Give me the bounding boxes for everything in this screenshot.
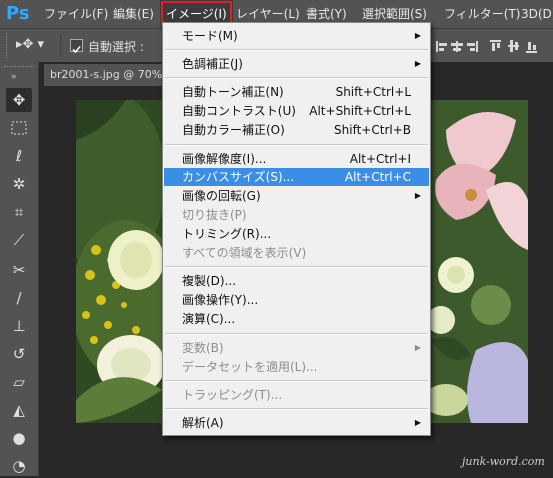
menu-item-label: 画像操作(Y)... (182, 293, 259, 307)
photoshop-logo: Ps (6, 3, 30, 24)
menu-item-reveal-all: すべての領域を表示(V) (164, 244, 429, 262)
menu-item-label: 自動コントラスト(U) (182, 104, 296, 118)
options-grip (6, 33, 10, 58)
menu-item-crop: 切り抜き(P) (164, 206, 429, 224)
submenu-arrow-icon: ▶ (414, 31, 421, 40)
dodge-tool-icon[interactable]: ◔ (6, 454, 32, 478)
eyedropper-tool-icon[interactable]: ⟋ (6, 228, 32, 252)
auto-select-label: 自動選択 : (88, 40, 144, 54)
menu-item-mode[interactable]: モード(M) ▶ (164, 27, 429, 45)
menu-item-analysis[interactable]: 解析(A) ▶ (164, 414, 429, 432)
menu-3d[interactable]: 3D(D) (521, 0, 553, 28)
menu-edit[interactable]: 編集(E) (113, 0, 154, 28)
align-icons (436, 40, 537, 53)
menu-item-shortcut: Shift+Ctrl+B (334, 123, 411, 137)
menu-file[interactable]: ファイル(F) (44, 0, 108, 28)
menu-item-shortcut: Alt+Ctrl+C (344, 170, 411, 184)
menu-separator (165, 77, 428, 79)
tools-panel: » ✥ ℓ ✲ ⌗ ⟋ ✂ ∕ ⊥ ↺ ▱ ◭ ● ◔ (0, 62, 39, 476)
image-menu-dropdown: モード(M) ▶ 色調補正(J) ▶ 自動トーン補正(N) Shift+Ctrl… (162, 22, 431, 436)
move-tool-icon[interactable]: ✥ (6, 88, 32, 112)
menu-separator (165, 49, 428, 51)
lasso-tool-icon[interactable]: ℓ (6, 144, 32, 168)
menu-separator (165, 408, 428, 410)
menu-item-image-size[interactable]: 画像解像度(I)... Alt+Ctrl+I (164, 150, 429, 168)
paint-bucket-tool-icon[interactable]: ◭ (6, 398, 32, 422)
menu-separator (165, 333, 428, 335)
submenu-arrow-icon: ▶ (414, 418, 421, 427)
menu-item-label: 自動カラー補正(O) (182, 123, 285, 137)
eraser-tool-icon[interactable]: ▱ (6, 370, 32, 394)
menu-item-variables: 変数(B) ▶ (164, 339, 429, 357)
marquee-tool-icon[interactable] (6, 116, 32, 140)
menu-item-label: カンバスサイズ(S)... (182, 170, 295, 184)
crop-tool-icon[interactable]: ⌗ (6, 200, 32, 224)
clone-stamp-tool-icon[interactable]: ⊥ (6, 314, 32, 338)
menu-item-auto-color[interactable]: 自動カラー補正(O) Shift+Ctrl+B (164, 121, 429, 139)
blur-tool-icon[interactable]: ● (6, 426, 32, 450)
menu-item-label: 複製(D)... (182, 274, 237, 288)
menu-item-label: 変数(B) (182, 341, 224, 355)
menu-item-shortcut: Alt+Shift+Ctrl+L (309, 104, 411, 118)
menu-item-label: 演算(C)... (182, 312, 236, 326)
menu-filter[interactable]: フィルター(T) (444, 0, 520, 28)
submenu-arrow-icon: ▶ (414, 59, 421, 68)
watermark: junk-word.com (462, 455, 545, 468)
menu-item-label: 解析(A) (182, 416, 224, 430)
menu-item-auto-contrast[interactable]: 自動コントラスト(U) Alt+Shift+Ctrl+L (164, 102, 429, 120)
menu-item-trap: トラッピング(T)... (164, 386, 429, 404)
tools-grip (4, 66, 34, 71)
healing-brush-tool-icon[interactable]: ✂ (6, 258, 32, 282)
menu-item-label: トリミング(R)... (182, 227, 272, 241)
menu-item-label: 画像の回転(G) (182, 189, 261, 203)
menu-item-duplicate[interactable]: 複製(D)... (164, 272, 429, 290)
menu-item-label: トラッピング(T)... (182, 388, 283, 402)
align-buttons[interactable] (432, 35, 552, 57)
menu-item-auto-tone[interactable]: 自動トーン補正(N) Shift+Ctrl+L (164, 83, 429, 101)
menu-item-label: 自動トーン補正(N) (182, 85, 284, 99)
menu-separator (165, 380, 428, 382)
menu-item-label: 切り抜き(P) (182, 208, 247, 222)
menu-item-label: モード(M) (182, 29, 238, 43)
menu-item-trim[interactable]: トリミング(R)... (164, 225, 429, 243)
document-tab[interactable]: br2001-s.jpg @ 70% (44, 64, 170, 86)
submenu-arrow-icon: ▶ (414, 191, 421, 200)
divider (60, 35, 61, 57)
menu-separator (165, 266, 428, 268)
menu-item-calculations[interactable]: 演算(C)... (164, 310, 429, 328)
auto-select-checkbox[interactable] (70, 39, 83, 54)
menu-item-image-rotation[interactable]: 画像の回転(G) ▶ (164, 187, 429, 205)
submenu-arrow-icon: ▶ (414, 343, 421, 352)
menu-item-label: すべての領域を表示(V) (182, 246, 307, 260)
checkmark-icon (72, 45, 81, 54)
menu-separator (165, 144, 428, 146)
history-brush-tool-icon[interactable]: ↺ (6, 342, 32, 366)
menu-item-label: 色調補正(J) (182, 57, 243, 71)
menu-item-shortcut: Alt+Ctrl+I (349, 152, 411, 166)
menu-item-adjustments[interactable]: 色調補正(J) ▶ (164, 55, 429, 73)
menu-item-canvas-size[interactable]: カンバスサイズ(S)... Alt+Ctrl+C (164, 168, 429, 186)
collapse-icon[interactable]: » (11, 72, 17, 82)
brush-tool-icon[interactable]: ∕ (6, 286, 32, 310)
menu-item-apply-data-set: データセットを適用(L)... (164, 358, 429, 376)
move-tool-preset-icon[interactable]: ▸✥ ▾ (16, 37, 44, 52)
menu-item-apply-image[interactable]: 画像操作(Y)... (164, 291, 429, 309)
magic-wand-tool-icon[interactable]: ✲ (6, 172, 32, 196)
menu-item-shortcut: Shift+Ctrl+L (335, 85, 411, 99)
menu-item-label: 画像解像度(I)... (182, 152, 267, 166)
menu-item-label: データセットを適用(L)... (182, 360, 318, 374)
